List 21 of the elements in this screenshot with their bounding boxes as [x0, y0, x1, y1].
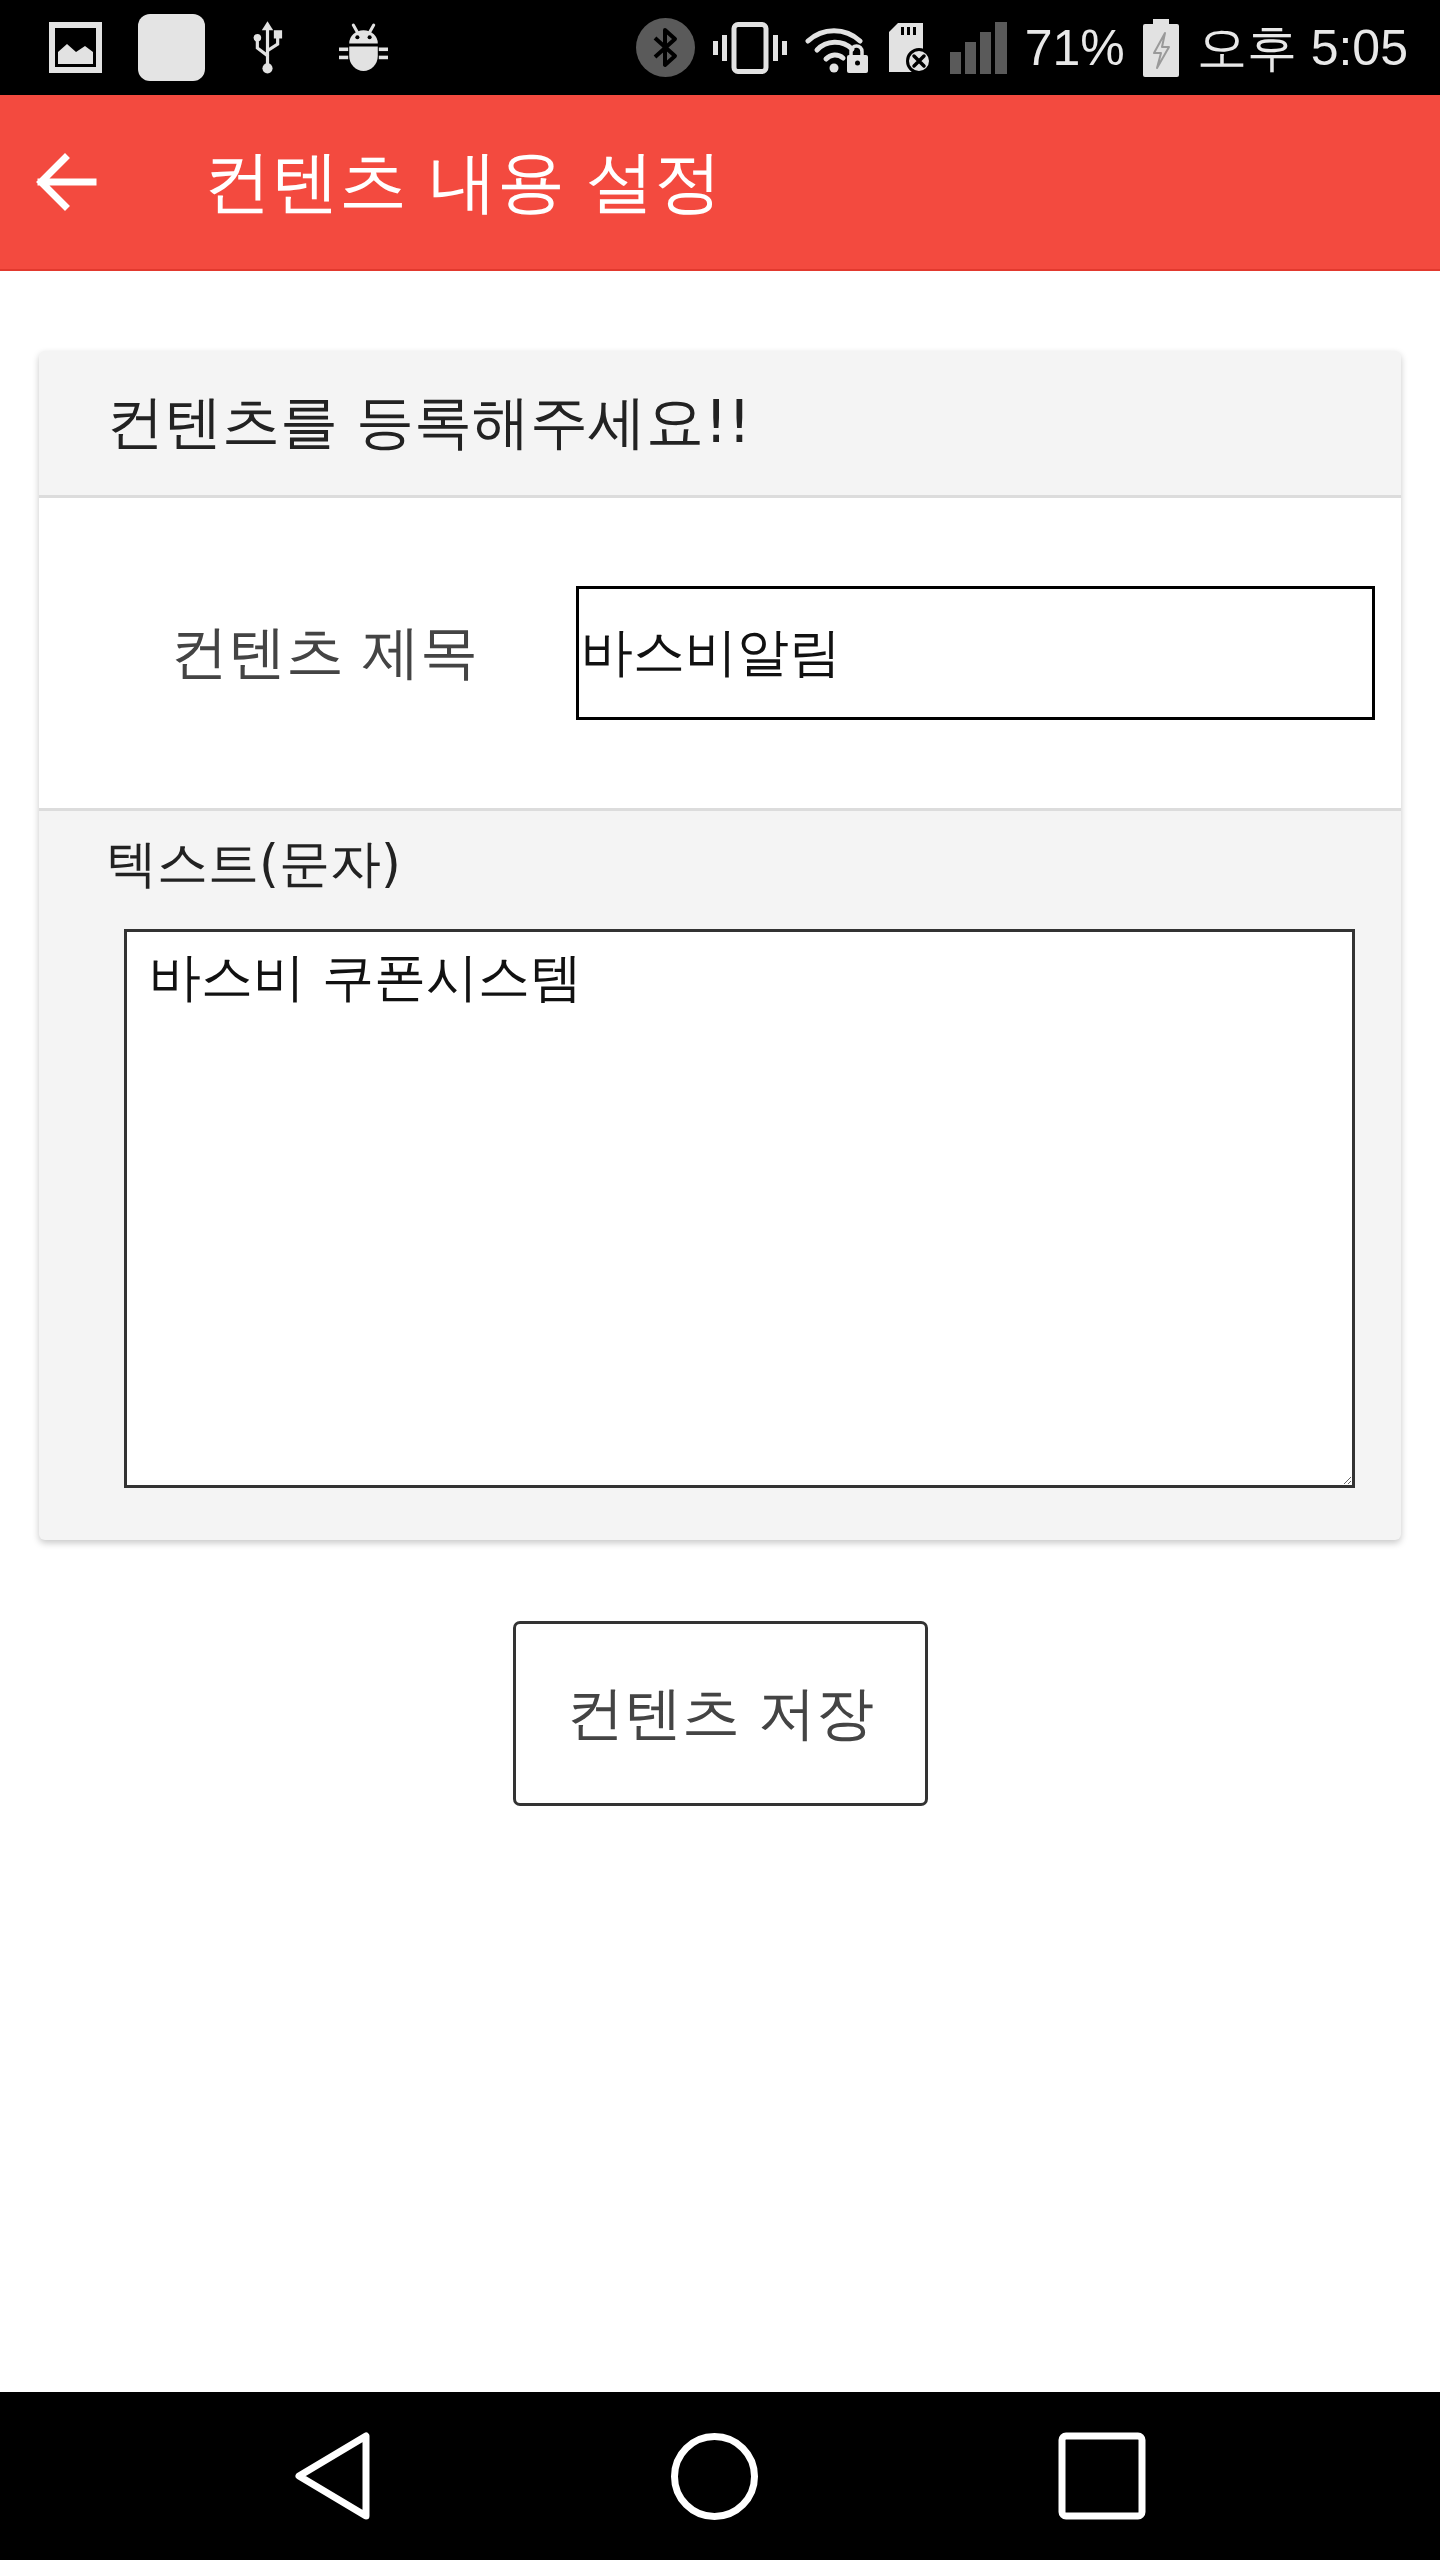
field-label: 텍스트(문자)	[106, 833, 401, 895]
bug-icon	[338, 22, 389, 73]
image-icon	[49, 22, 102, 73]
vibrate-icon	[712, 21, 787, 74]
back-icon[interactable]	[294, 2432, 371, 2520]
field-label: 컨텐츠 제목	[170, 617, 480, 688]
signal-bars-icon	[949, 21, 1007, 74]
rounded-square-icon	[138, 14, 205, 81]
card-heading: 컨텐츠를 등록해주세요!!	[106, 387, 751, 458]
battery-charging-icon	[1142, 18, 1179, 77]
sd-card-error-icon	[886, 21, 932, 74]
bluetooth-icon	[635, 18, 695, 77]
recent-apps-icon[interactable]	[1058, 2432, 1146, 2520]
usb-icon	[251, 20, 284, 75]
status-time: 오후 5:05	[1196, 22, 1408, 73]
text-area-field[interactable]: 바스비 쿠폰시스템	[124, 929, 1355, 1488]
app-bar-title: 컨텐츠 내용 설정	[203, 141, 723, 223]
home-icon[interactable]	[671, 2432, 758, 2520]
save-button[interactable]: 컨텐츠 저장	[512, 1621, 928, 1806]
input-field[interactable]: 바스비알림	[576, 586, 1375, 720]
battery-percent: 71%	[1024, 22, 1125, 73]
